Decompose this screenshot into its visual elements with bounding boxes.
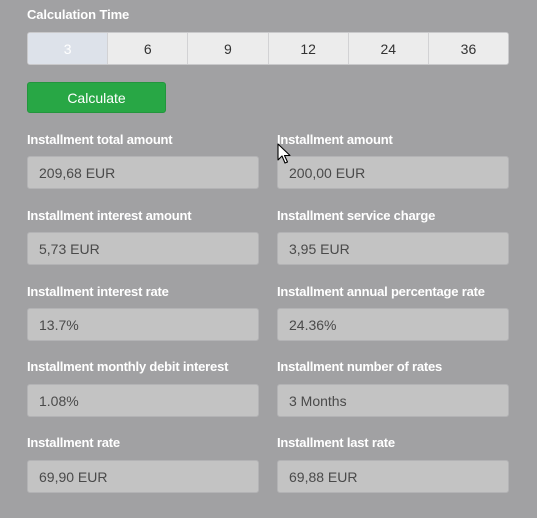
installment-rate-label: Installment rate xyxy=(27,435,120,450)
installment-monthly-debit-interest-label: Installment monthly debit interest xyxy=(27,359,229,374)
installment-number-of-rates-label: Installment number of rates xyxy=(277,359,443,374)
installment-service-charge-label: Installment service charge xyxy=(277,208,436,223)
installment-total-amount-label: Installment total amount xyxy=(27,132,173,147)
installment-service-charge-field: 3,95 EUR xyxy=(277,232,509,265)
installment-rate-field: 69,90 EUR xyxy=(27,460,259,493)
calculation-time-label: Calculation Time xyxy=(27,7,130,22)
calculation-time-option-9[interactable]: 9 xyxy=(188,33,269,64)
installment-total-amount-field: 209,68 EUR xyxy=(27,156,259,189)
installment-interest-rate-field: 13.7% xyxy=(27,308,259,341)
installment-interest-amount-label: Installment interest amount xyxy=(27,208,192,223)
calculation-time-option-36[interactable]: 36 xyxy=(428,33,508,64)
installment-amount-field: 200,00 EUR xyxy=(277,156,509,189)
calculation-time-option-3[interactable]: 3 xyxy=(28,33,109,64)
installment-annual-percentage-rate-field: 24.36% xyxy=(277,308,509,341)
installment-annual-percentage-rate-label: Installment annual percentage rate xyxy=(277,284,485,299)
installment-last-rate-field: 69,88 EUR xyxy=(277,460,509,493)
installment-monthly-debit-interest-field: 1.08% xyxy=(27,384,259,417)
mouse-pointer-icon xyxy=(277,143,291,164)
installment-calculator-panel: Calculation Time 3 6 9 12 24 36 Calculat… xyxy=(0,0,537,518)
calculation-time-selector: 3 6 9 12 24 36 xyxy=(27,32,509,65)
installment-interest-amount-field: 5,73 EUR xyxy=(27,232,259,265)
calculation-time-option-6[interactable]: 6 xyxy=(108,33,189,64)
calculation-time-option-12[interactable]: 12 xyxy=(268,33,349,64)
calculate-button[interactable]: Calculate xyxy=(27,82,166,113)
installment-interest-rate-label: Installment interest rate xyxy=(27,284,169,299)
installment-amount-label: Installment amount xyxy=(277,132,393,147)
calculation-time-option-24[interactable]: 24 xyxy=(348,33,429,64)
installment-last-rate-label: Installment last rate xyxy=(277,435,395,450)
installment-number-of-rates-field: 3 Months xyxy=(277,384,509,417)
